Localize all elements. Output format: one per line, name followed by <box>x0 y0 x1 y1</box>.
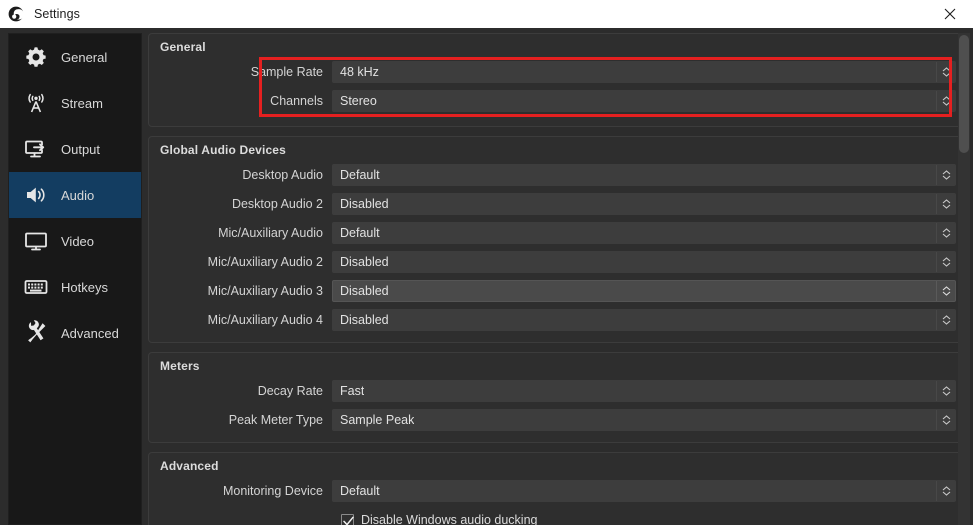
sidebar-item-label: Audio <box>61 187 95 203</box>
chevron-updown-icon[interactable] <box>936 410 955 430</box>
sidebar-item-advanced[interactable]: Advanced <box>9 310 141 356</box>
close-icon[interactable] <box>927 0 973 28</box>
decay-rate-combobox[interactable]: Fast <box>332 380 956 402</box>
sidebar-item-output[interactable]: Output <box>9 126 141 172</box>
row-label: Mic/Auxiliary Audio <box>218 226 323 240</box>
group-global-audio-devices: Global Audio Devices Desktop Audio Defau… <box>148 136 965 343</box>
group-title: Advanced <box>160 459 219 473</box>
group-meters: Meters Decay Rate Fast Peak Meter Type S… <box>148 352 965 443</box>
scrollbar-thumb[interactable] <box>959 35 969 153</box>
mic-auxiliary-audio-combobox[interactable]: Default <box>332 222 956 244</box>
chevron-updown-icon[interactable] <box>936 481 955 501</box>
combo-value: Disabled <box>340 197 389 211</box>
keyboard-icon <box>21 272 51 302</box>
monitoring-device-combobox[interactable]: Default <box>332 480 956 502</box>
speaker-icon <box>21 180 51 210</box>
chevron-updown-icon[interactable] <box>936 194 955 214</box>
setting-row-mic-auxiliary-audio-2: Mic/Auxiliary Audio 2 Disabled <box>157 249 956 275</box>
combo-value: 48 kHz <box>340 65 379 79</box>
setting-row-mic-auxiliary-audio: Mic/Auxiliary Audio Default <box>157 220 956 246</box>
channels-combobox[interactable]: Stereo <box>332 90 956 112</box>
content-scrollbar[interactable] <box>958 33 970 525</box>
sidebar-item-hotkeys[interactable]: Hotkeys <box>9 264 141 310</box>
window-title: Settings <box>34 7 80 21</box>
tools-icon <box>21 318 51 348</box>
checkbox-label: Disable Windows audio ducking <box>361 513 538 525</box>
mic-auxiliary-audio-3-combobox[interactable]: Disabled <box>332 280 956 302</box>
sidebar: General Stream Output Audio Video Hotkey… <box>8 33 142 525</box>
desktop-audio-combobox[interactable]: Default <box>332 164 956 186</box>
setting-row-peak-meter-type: Peak Meter Type Sample Peak <box>157 407 956 433</box>
disable-audio-ducking-row[interactable]: Disable Windows audio ducking <box>341 509 956 525</box>
combo-value: Sample Peak <box>340 413 415 427</box>
chevron-updown-icon[interactable] <box>936 252 955 272</box>
combo-value: Disabled <box>340 284 389 298</box>
combo-value: Default <box>340 484 380 498</box>
row-label: Peak Meter Type <box>228 413 323 427</box>
setting-row-monitoring-device: Monitoring Device Default <box>157 478 956 504</box>
combo-value: Disabled <box>340 313 389 327</box>
row-label: Mic/Auxiliary Audio 4 <box>207 313 323 327</box>
row-label: Desktop Audio 2 <box>231 197 323 211</box>
combo-value: Default <box>340 226 380 240</box>
chevron-updown-icon[interactable] <box>936 381 955 401</box>
peak-meter-type-combobox[interactable]: Sample Peak <box>332 409 956 431</box>
title-bar: Settings <box>0 0 973 28</box>
settings-content-pane: General Sample Rate 48 kHz Channels Ster… <box>148 33 965 525</box>
combo-value: Stereo <box>340 94 377 108</box>
desktop-audio-2-combobox[interactable]: Disabled <box>332 193 956 215</box>
setting-row-mic-auxiliary-audio-4: Mic/Auxiliary Audio 4 Disabled <box>157 307 956 333</box>
gear-icon <box>21 42 51 72</box>
settings-window-body: General Stream Output Audio Video Hotkey… <box>0 28 973 525</box>
sample-rate-combobox[interactable]: 48 kHz <box>332 61 956 83</box>
sidebar-item-video[interactable]: Video <box>9 218 141 264</box>
row-label: Mic/Auxiliary Audio 2 <box>207 255 323 269</box>
sidebar-item-audio[interactable]: Audio <box>9 172 141 218</box>
setting-row-sample-rate: Sample Rate 48 kHz <box>157 59 956 85</box>
group-title: Global Audio Devices <box>160 143 286 157</box>
row-label: Decay Rate <box>257 384 323 398</box>
obs-logo-icon <box>8 6 25 22</box>
chevron-updown-icon[interactable] <box>936 165 955 185</box>
checkbox-checked-icon[interactable] <box>341 513 354 525</box>
setting-row-decay-rate: Decay Rate Fast <box>157 378 956 404</box>
chevron-updown-icon[interactable] <box>936 310 955 330</box>
row-label: Monitoring Device <box>222 484 323 498</box>
broadcast-icon <box>21 88 51 118</box>
chevron-updown-icon[interactable] <box>936 223 955 243</box>
sidebar-item-label: Output <box>61 141 101 157</box>
sidebar-item-label: Hotkeys <box>61 279 108 295</box>
sidebar-item-label: Advanced <box>61 325 119 341</box>
setting-row-mic-auxiliary-audio-3: Mic/Auxiliary Audio 3 Disabled <box>157 278 956 304</box>
row-label: Mic/Auxiliary Audio 3 <box>207 284 323 298</box>
setting-row-channels: Channels Stereo <box>157 88 956 114</box>
sidebar-item-stream[interactable]: Stream <box>9 80 141 126</box>
chevron-updown-icon[interactable] <box>936 91 955 111</box>
row-label: Desktop Audio <box>242 168 323 182</box>
chevron-updown-icon[interactable] <box>936 62 955 82</box>
monitor-icon <box>21 226 51 256</box>
group-advanced: Advanced Monitoring Device Default Disab… <box>148 452 965 525</box>
setting-row-desktop-audio: Desktop Audio Default <box>157 162 956 188</box>
row-label: Sample Rate <box>250 65 323 79</box>
monitor-arrow-icon <box>21 134 51 164</box>
mic-auxiliary-audio-4-combobox[interactable]: Disabled <box>332 309 956 331</box>
combo-value: Fast <box>340 384 365 398</box>
sidebar-item-general[interactable]: General <box>9 34 141 80</box>
group-general: General Sample Rate 48 kHz Channels Ster… <box>148 33 965 127</box>
sidebar-item-label: Video <box>61 233 95 249</box>
sidebar-item-label: General <box>61 49 108 65</box>
combo-value: Default <box>340 168 380 182</box>
combo-value: Disabled <box>340 255 389 269</box>
chevron-updown-icon[interactable] <box>936 281 955 301</box>
setting-row-desktop-audio-2: Desktop Audio 2 Disabled <box>157 191 956 217</box>
row-label: Channels <box>270 94 323 108</box>
group-title: General <box>160 40 206 54</box>
mic-auxiliary-audio-2-combobox[interactable]: Disabled <box>332 251 956 273</box>
sidebar-item-label: Stream <box>61 95 103 111</box>
group-title: Meters <box>160 359 200 373</box>
